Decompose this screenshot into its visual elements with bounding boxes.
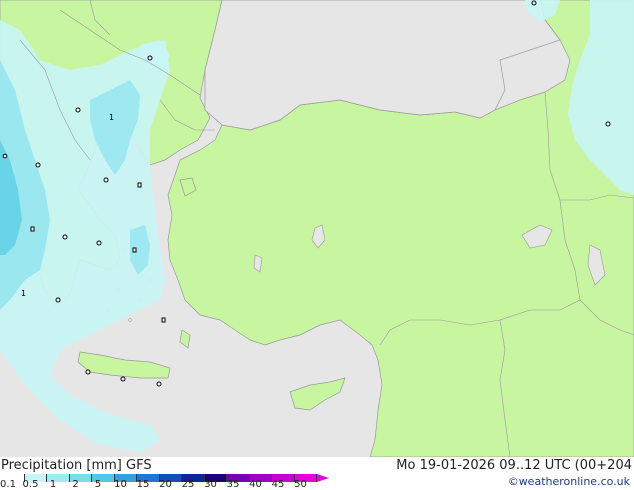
legend-tick: 25 <box>181 479 195 490</box>
contour-label: 1 <box>109 113 114 122</box>
city-marker <box>30 226 35 232</box>
city-marker <box>103 177 109 183</box>
legend-tick: 2 <box>72 479 79 490</box>
contour-label: 1 <box>21 289 26 298</box>
legend-tick: 10 <box>114 479 127 490</box>
legend-tick: 30 <box>204 479 217 490</box>
city-marker <box>137 182 142 188</box>
legend-tick: 1 <box>49 479 57 490</box>
footer: Precipitation [mm] GFS Mo 19-01-2026 09.… <box>0 457 634 490</box>
city-marker <box>605 121 611 127</box>
city-marker <box>62 234 68 240</box>
weather-map: 1 1 <box>0 0 634 457</box>
legend-tick: 15 <box>136 479 150 490</box>
legend-tick: 40 <box>249 479 262 490</box>
city-marker <box>161 317 166 323</box>
legend-tick: 0.1 <box>0 479 16 490</box>
legend-tick: 35 <box>226 479 240 490</box>
city-marker <box>75 107 81 113</box>
map-title: Precipitation [mm] GFS <box>1 458 152 473</box>
legend-ticks: 0.1 0.5 1 2 5 10 15 20 25 30 35 40 45 50 <box>0 479 340 490</box>
city-marker <box>120 376 126 382</box>
city-marker <box>85 369 91 375</box>
legend-tick: 5 <box>94 479 102 490</box>
city-marker <box>531 0 537 6</box>
legend-tick: 20 <box>159 479 172 490</box>
city-marker <box>96 240 102 246</box>
city-marker <box>35 162 41 168</box>
city-marker <box>2 153 8 159</box>
city-marker <box>132 247 137 253</box>
city-marker <box>55 297 61 303</box>
city-marker <box>156 381 162 387</box>
legend-tick: 45 <box>271 479 285 490</box>
legend-tick: 50 <box>294 479 307 490</box>
city-marker <box>147 55 153 61</box>
credit-link[interactable]: ©weatheronline.co.uk <box>508 475 630 489</box>
valid-time: Mo 19-01-2026 09..12 UTC (00+204 <box>396 458 632 473</box>
legend-tick: 0.5 <box>22 479 39 490</box>
